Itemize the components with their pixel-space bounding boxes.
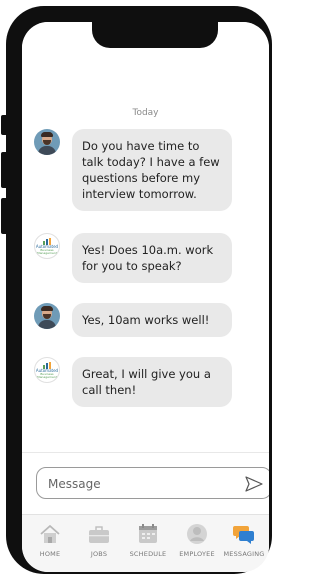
chat-bubbles-icon: [233, 526, 254, 544]
compose-bar: Message: [22, 452, 269, 515]
company-logo-avatar[interactable]: Automated Business Management: [34, 233, 60, 259]
bottom-tab-bar: HOME JOBS SCHEDULE EMPLOYEE MESSAGING: [22, 514, 269, 572]
employee-icon: [187, 524, 207, 544]
tab-messaging[interactable]: MESSAGING: [219, 521, 269, 567]
message-bubble: Great, I will give you a call then!: [72, 357, 232, 407]
tab-schedule[interactable]: SCHEDULE: [123, 521, 173, 567]
logo-subtext: Business Management: [37, 248, 57, 255]
tab-jobs[interactable]: JOBS: [74, 521, 124, 567]
message-placeholder: Message: [48, 477, 101, 491]
company-logo-avatar[interactable]: Automated Business Management: [34, 357, 60, 383]
side-button: [1, 115, 7, 135]
side-button: [1, 198, 7, 234]
tab-home[interactable]: HOME: [25, 521, 75, 567]
home-icon: [40, 525, 60, 543]
briefcase-icon: [89, 526, 109, 543]
phone-notch: [92, 22, 218, 48]
logo-subtext: Business Management: [37, 372, 57, 379]
message-input[interactable]: Message: [36, 467, 269, 499]
calendar-icon: [139, 524, 157, 543]
person-avatar[interactable]: [34, 129, 60, 155]
message-bubble: Do you have time to talk today? I have a…: [72, 129, 232, 211]
person-avatar[interactable]: [34, 303, 60, 329]
message-bubble: Yes, 10am works well!: [72, 303, 232, 337]
send-icon[interactable]: [245, 476, 263, 492]
phone-screen: Today Do you have time to talk today? I …: [22, 22, 269, 572]
date-label: Today: [132, 108, 159, 118]
message-bubble: Yes! Does 10a.m. work for you to speak?: [72, 233, 232, 283]
tab-employee[interactable]: EMPLOYEE: [172, 521, 222, 567]
side-button: [1, 152, 7, 188]
tab-label: MESSAGING: [223, 550, 265, 558]
phone-frame: Today Do you have time to talk today? I …: [6, 6, 272, 574]
chat-area[interactable]: Today Do you have time to talk today? I …: [22, 102, 269, 452]
